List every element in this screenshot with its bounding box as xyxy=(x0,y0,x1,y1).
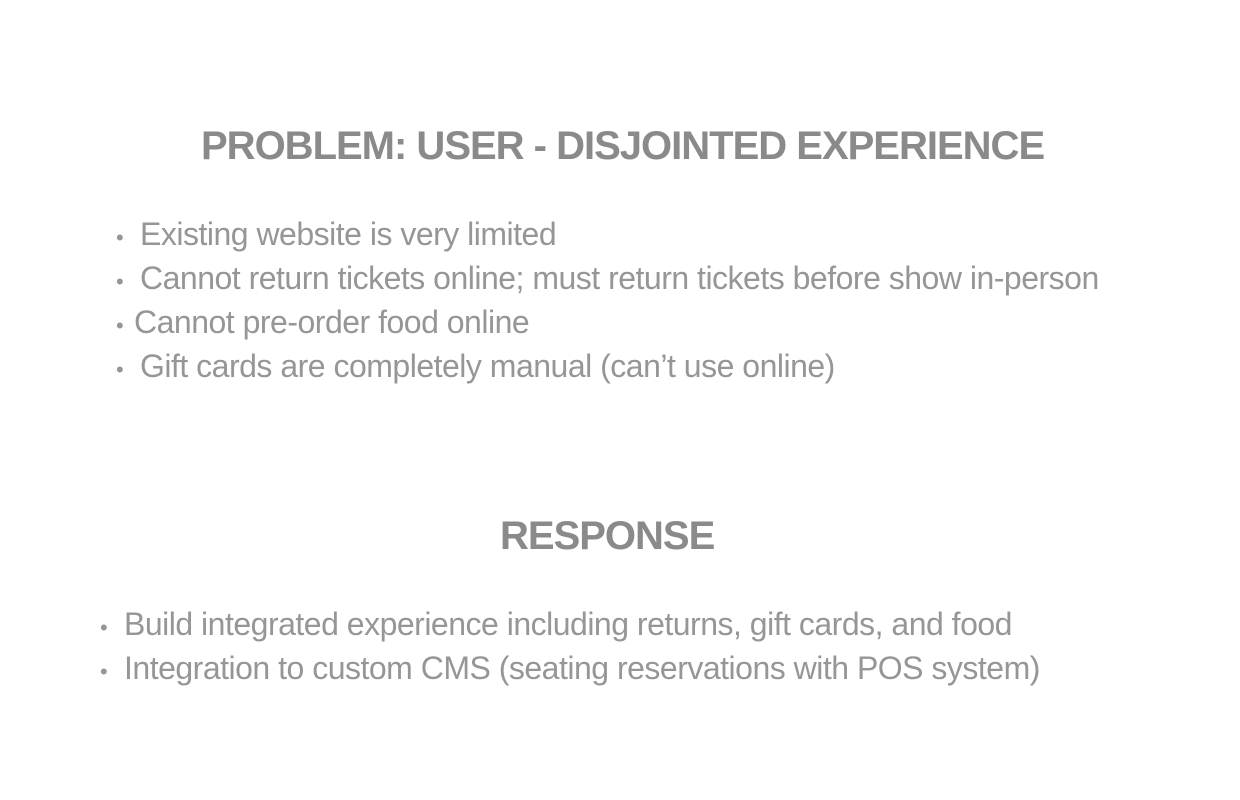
list-item: • Cannot return tickets online; must ret… xyxy=(116,258,1099,302)
bullet-text: Gift cards are completely manual (can’t … xyxy=(140,348,835,384)
list-item: • Integration to custom CMS (seating res… xyxy=(100,648,1040,692)
bullet-text: Build integrated experience including re… xyxy=(124,606,1012,642)
list-item: • Gift cards are completely manual (can’… xyxy=(116,346,1099,390)
bullet-text: Existing website is very limited xyxy=(140,216,557,252)
bullet-icon: • xyxy=(116,269,124,294)
problem-heading: PROBLEM: USER - DISJOINTED EXPERIENCE xyxy=(201,124,1045,168)
bullet-icon: • xyxy=(116,357,124,382)
bullet-icon: • xyxy=(116,225,124,250)
bullet-icon: • xyxy=(116,313,124,338)
response-bullet-list: • Build integrated experience including … xyxy=(100,604,1040,692)
response-heading: RESPONSE xyxy=(500,514,715,558)
list-item: • Cannot pre-order food online xyxy=(116,302,1099,346)
bullet-text: Integration to custom CMS (seating reser… xyxy=(124,650,1040,686)
bullet-icon: • xyxy=(100,659,108,684)
list-item: • Existing website is very limited xyxy=(116,214,1099,258)
bullet-text: Cannot return tickets online; must retur… xyxy=(140,260,1099,296)
bullet-text: Cannot pre-order food online xyxy=(134,304,530,340)
list-item: • Build integrated experience including … xyxy=(100,604,1040,648)
bullet-icon: • xyxy=(100,615,108,640)
problem-bullet-list: • Existing website is very limited • Can… xyxy=(116,214,1099,390)
